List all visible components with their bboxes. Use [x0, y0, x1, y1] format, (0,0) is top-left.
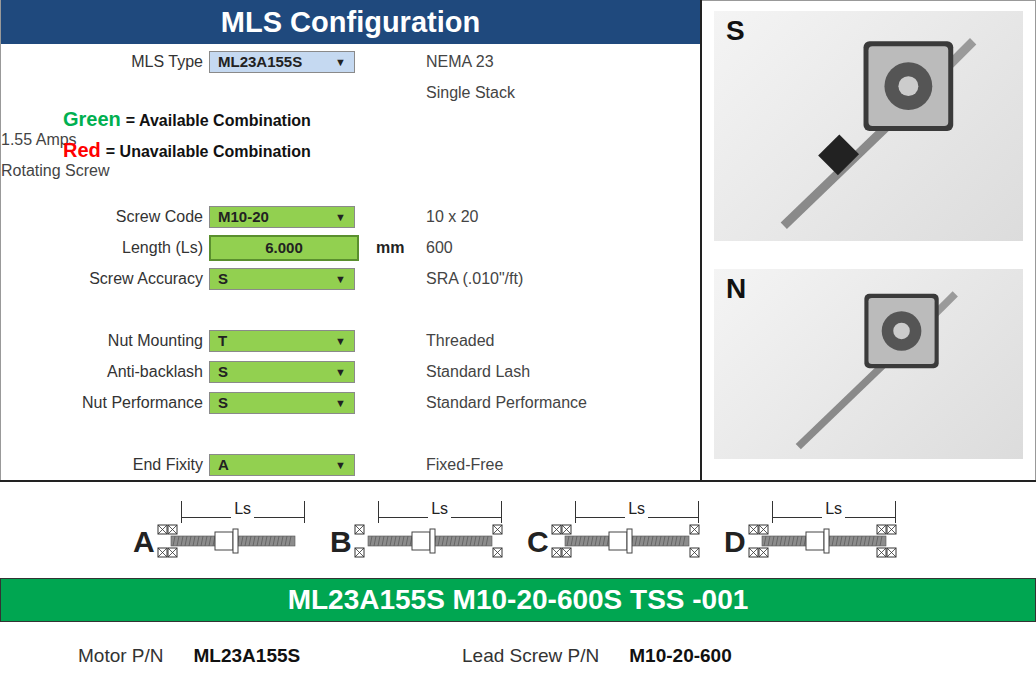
config-panel: MLS Configuration MLS TypeML23A155S▼ NEMA …: [0, 0, 702, 480]
config-row: Screw CodeM10-20▼ 10 x 20: [1, 201, 700, 232]
top-area: MLS Configuration MLS TypeML23A155S▼ NEMA …: [0, 0, 1036, 480]
option-description: Rotating Screw: [1, 162, 206, 180]
option-description: Fixed-Free: [426, 456, 700, 474]
option-description: Standard Lash: [426, 363, 700, 381]
config-row: Nut MountingT▼ Threaded: [1, 325, 700, 356]
config-row: Anti-backlashS▼ Standard Lash: [1, 356, 700, 387]
unit-label: mm: [361, 239, 426, 257]
option-description: Single Stack: [426, 84, 700, 102]
field-label: End Fixity: [1, 456, 206, 474]
photo-label: N: [726, 273, 746, 305]
option-description: SRA (.010"/ft): [426, 270, 700, 288]
dropdown-arrow-icon: ▼: [335, 397, 346, 409]
dropdown-arrow-icon: ▼: [335, 335, 346, 347]
config-rows: MLS TypeML23A155S▼ NEMA 23 Single Stack Gre…: [1, 44, 700, 480]
lead-screw-icon: [551, 523, 701, 559]
option-description: Standard Performance: [426, 394, 700, 412]
config-row: Screw AccuracyS▼ SRA (.010"/ft): [1, 263, 700, 294]
option-description: 10 x 20: [426, 208, 700, 226]
dimension-marker: Ls: [575, 501, 699, 523]
photo-label: S: [726, 15, 745, 47]
option-description: Threaded: [426, 332, 700, 350]
option-select[interactable]: S▼: [209, 392, 355, 414]
fixity-diagram: A Ls: [133, 501, 305, 559]
option-select[interactable]: ML23A155S▼: [209, 51, 355, 73]
option-description: NEMA 23: [426, 53, 700, 71]
field-label: Nut Mounting: [1, 332, 206, 350]
dropdown-arrow-icon: ▼: [335, 366, 346, 378]
config-row: End FixityA▼ Fixed-Free: [1, 449, 700, 480]
length-input[interactable]: 6.000: [209, 235, 359, 261]
option-select[interactable]: S▼: [209, 268, 355, 290]
dimension-marker: Ls: [378, 501, 502, 523]
legend-item: Red= Unavailable Combination: [1, 139, 361, 162]
dropdown-arrow-icon: ▼: [335, 56, 346, 68]
product-photo: N: [714, 269, 1023, 459]
field-label: Nut Performance: [1, 394, 206, 412]
config-row: MLS TypeML23A155S▼ NEMA 23: [1, 46, 700, 77]
part-number: Lead Screw P/NM10-20-600: [462, 645, 732, 667]
motor-icon: [714, 11, 1023, 241]
part-number: Motor P/NML23A155S: [0, 645, 462, 667]
dimension-marker: Ls: [181, 501, 305, 523]
field-label: Screw Accuracy: [1, 270, 206, 288]
lead-screw-icon: [748, 523, 898, 559]
fixity-diagram: C Ls: [527, 501, 699, 559]
field-label: Anti-backlash: [1, 363, 206, 381]
fixity-letter: B: [330, 527, 352, 559]
lead-screw-icon: [157, 523, 307, 559]
end-fixity-diagrams: A Ls B Ls C Ls D Ls: [0, 480, 1036, 578]
config-row: Nut PerformanceS▼ Standard Performance: [1, 387, 700, 418]
photo-panel: SN: [702, 0, 1036, 480]
motor-icon: [714, 269, 1023, 459]
option-select[interactable]: M10-20▼: [209, 206, 355, 228]
fixity-diagram: B Ls: [330, 501, 502, 559]
option-description: 600: [426, 239, 700, 257]
config-row: Green= Available Combination1.55 Amps: [1, 108, 700, 139]
dropdown-arrow-icon: ▼: [335, 459, 346, 471]
fixity-letter: C: [527, 527, 549, 559]
part-numbers: Motor P/NML23A155SLead Screw P/NM10-20-6…: [0, 622, 1036, 689]
option-select[interactable]: S▼: [209, 361, 355, 383]
product-photo: S: [714, 11, 1023, 241]
config-row: Length (Ls)6.000mm600: [1, 232, 700, 263]
lead-screw-icon: [354, 523, 504, 559]
legend-item: Green= Available Combination: [1, 108, 361, 131]
mls-configurator: MLS Configuration MLS TypeML23A155S▼ NEMA …: [0, 0, 1036, 689]
config-row: [1, 418, 700, 449]
config-row: Single Stack: [1, 77, 700, 108]
config-row: Red= Unavailable CombinationRotating Scr…: [1, 139, 700, 170]
fixity-letter: A: [133, 527, 155, 559]
option-select[interactable]: T▼: [209, 330, 355, 352]
field-label: Length (Ls): [1, 239, 206, 257]
fixity-diagram: D Ls: [724, 501, 896, 559]
option-select[interactable]: A▼: [209, 454, 355, 476]
field-label: MLS Type: [1, 53, 206, 71]
dropdown-arrow-icon: ▼: [335, 211, 346, 223]
field-label: Screw Code: [1, 208, 206, 226]
panel-header: MLS Configuration: [1, 0, 700, 44]
part-number-bar: ML23A155S M10-20-600S TSS -001: [0, 578, 1036, 622]
dropdown-arrow-icon: ▼: [335, 273, 346, 285]
dimension-marker: Ls: [772, 501, 896, 523]
fixity-letter: D: [724, 527, 746, 559]
config-row: [1, 294, 700, 325]
